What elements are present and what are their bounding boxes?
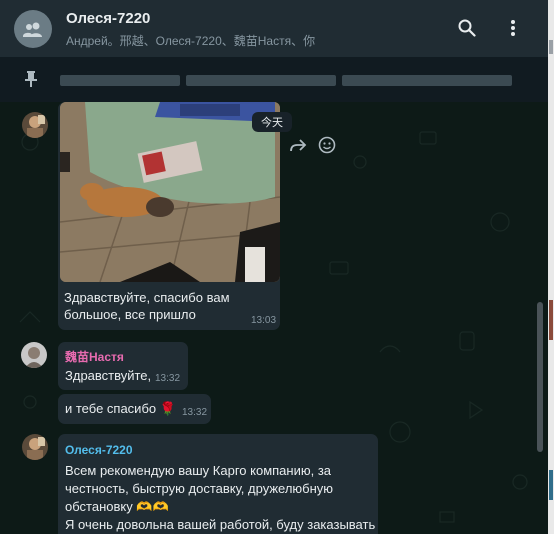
chat-window: Олеся-7220 Андрей。邢越、Олеся-7220、魏苗Настя、…: [0, 0, 548, 534]
sender-name[interactable]: Олеся-7220: [65, 443, 133, 457]
sender-avatar[interactable]: [21, 342, 47, 368]
search-icon: [458, 19, 476, 37]
chat-members: Андрей。邢越、Олеся-7220、魏苗Настя、你: [66, 34, 316, 48]
sender-avatar[interactable]: [22, 112, 48, 138]
group-avatar-icon: [23, 22, 42, 37]
message-text: Здравствуйте,: [65, 368, 152, 383]
pinned-preview-redacted: [186, 75, 336, 86]
pinned-preview-redacted: [60, 75, 180, 86]
menu-button[interactable]: [500, 15, 526, 41]
emoji-icon: [318, 136, 336, 154]
message-text: большое, все пришло: [64, 307, 196, 322]
more-vert-icon: [511, 20, 515, 36]
scrollbar[interactable]: [537, 302, 543, 452]
forward-icon: [290, 139, 307, 152]
chat-title: Олеся-7220: [66, 10, 151, 27]
group-avatar[interactable]: [14, 10, 52, 48]
pinned-preview-redacted: [342, 75, 512, 86]
chat-header: Олеся-7220 Андрей。邢越、Олеся-7220、魏苗Настя、…: [0, 0, 548, 56]
pinned-message-bar[interactable]: [0, 56, 548, 102]
window-edge: [548, 0, 554, 534]
date-chip: 今天: [252, 112, 292, 132]
message-photo[interactable]: [60, 102, 280, 282]
sender-name[interactable]: 魏苗Настя: [65, 348, 124, 365]
message-bubble[interactable]: Здравствуйте, спасибо вам большое, все п…: [58, 102, 280, 330]
message-text: обстановку 🫶🫶: [65, 499, 169, 514]
search-button[interactable]: [454, 15, 480, 41]
message-text: Всем рекомендую вашу Карго компанию, за: [65, 463, 332, 478]
message-bubble[interactable]: 魏苗Настя Здравствуйте, 13:32: [58, 342, 188, 390]
message-text: честность, быструю доставку, дружелюбную: [65, 481, 334, 496]
message-bubble[interactable]: Олеся-7220 Всем рекомендую вашу Карго ко…: [58, 434, 378, 534]
sender-avatar[interactable]: [22, 434, 48, 460]
message-time: 13:03: [251, 315, 277, 326]
message-time: 13:32: [155, 373, 181, 384]
react-button[interactable]: [316, 134, 338, 156]
forward-button[interactable]: [287, 134, 309, 156]
message-text: Я очень довольна вашей работой, буду зак…: [65, 517, 376, 532]
chat-title-area[interactable]: Олеся-7220 Андрей。邢越、Олеся-7220、魏苗Настя、…: [66, 10, 315, 49]
pin-icon: [24, 70, 38, 93]
message-text: и тебе спасибо 🌹: [65, 401, 176, 416]
message-time: 13:32: [182, 407, 208, 418]
message-bubble[interactable]: и тебе спасибо 🌹 13:32: [58, 394, 211, 424]
message-list[interactable]: Здравствуйте, спасибо вам большое, все п…: [0, 102, 548, 534]
